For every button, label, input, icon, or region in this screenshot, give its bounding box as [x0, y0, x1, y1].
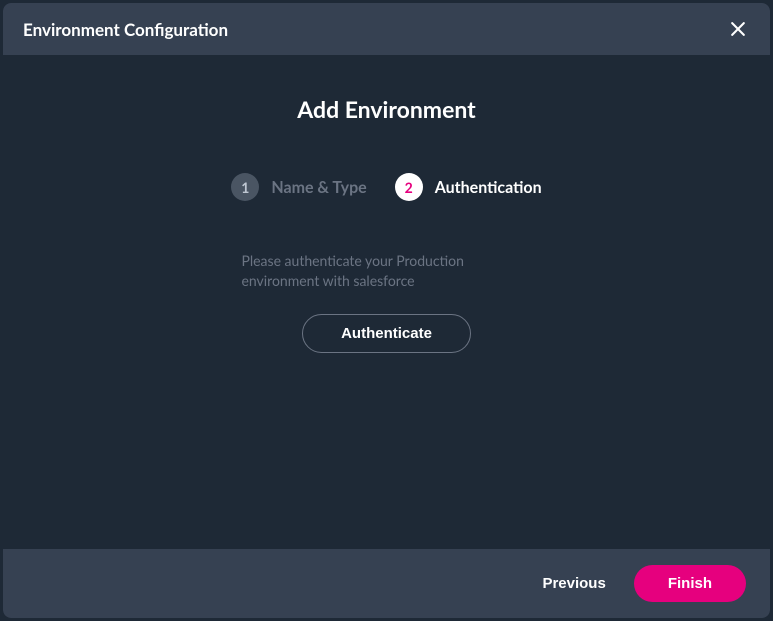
step-label-1: Name & Type: [271, 178, 366, 197]
modal-content: Add Environment 1 Name & Type 2 Authenti…: [3, 55, 770, 549]
step-circle-1: 1: [231, 173, 259, 201]
finish-button[interactable]: Finish: [634, 565, 746, 602]
stepper: 1 Name & Type 2 Authentication: [231, 173, 541, 201]
step-circle-2: 2: [395, 173, 423, 201]
step-name-type[interactable]: 1 Name & Type: [231, 173, 366, 201]
modal-footer: Previous Finish: [3, 549, 770, 618]
modal-header: Environment Configuration: [3, 3, 770, 55]
close-icon: [728, 19, 748, 39]
step-label-2: Authentication: [435, 178, 542, 197]
page-title: Add Environment: [297, 95, 475, 123]
step-authentication[interactable]: 2 Authentication: [395, 173, 542, 201]
previous-button[interactable]: Previous: [542, 575, 605, 592]
modal-title: Environment Configuration: [23, 19, 228, 40]
close-button[interactable]: [726, 17, 750, 41]
modal-container: Environment Configuration Add Environmen…: [3, 3, 770, 618]
instruction-text: Please authenticate your Production envi…: [242, 251, 532, 290]
authenticate-button[interactable]: Authenticate: [302, 314, 471, 353]
